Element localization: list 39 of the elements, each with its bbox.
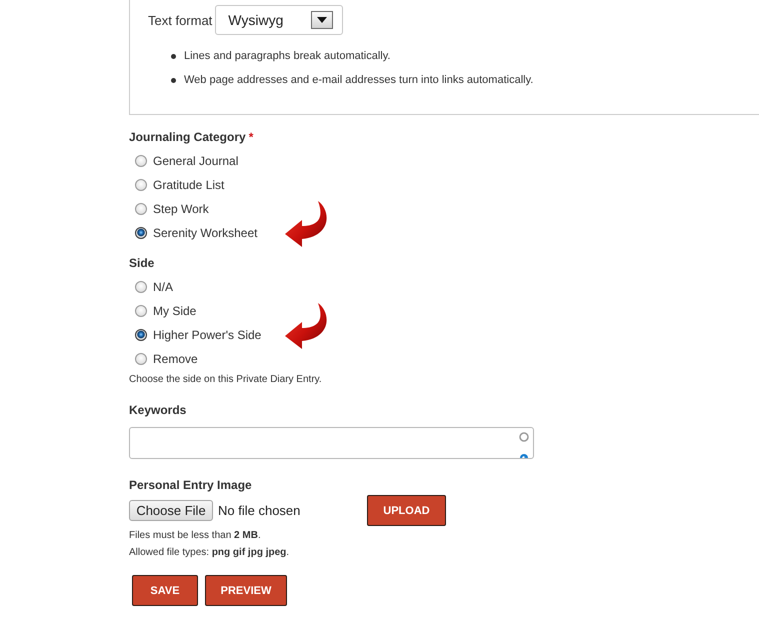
- radio-button[interactable]: [135, 155, 147, 167]
- field-label: Keywords: [129, 402, 186, 418]
- caret-icon: [311, 11, 334, 29]
- dial-icon[interactable]: [519, 452, 529, 458]
- option-label[interactable]: Remove: [153, 352, 198, 366]
- field-label: Text format: [148, 12, 212, 28]
- radio-button[interactable]: [135, 179, 147, 191]
- radio-button[interactable]: [135, 305, 147, 317]
- upload-button[interactable]: UPLOAD: [367, 495, 446, 526]
- tip-text: Lines and paragraphs break automatically.: [184, 50, 390, 62]
- field-label: Journaling Category: [129, 130, 246, 144]
- option-label[interactable]: Step Work: [153, 202, 209, 216]
- option-label[interactable]: Gratitude List: [153, 178, 224, 192]
- radio-button[interactable]: [135, 203, 147, 215]
- keywords-field[interactable]: [129, 427, 534, 459]
- help-text: Allowed file types: png gif jpg jpeg.: [129, 546, 290, 560]
- bullet-icon: [171, 78, 176, 82]
- option-label[interactable]: Higher Power's Side: [153, 328, 262, 342]
- radio-button[interactable]: [135, 281, 147, 293]
- bullet-icon: [171, 54, 176, 58]
- option-label[interactable]: My Side: [153, 304, 196, 318]
- radio-button[interactable]: [135, 329, 147, 341]
- tip-text: Web page addresses and e-mail addresses turn into links automatically.: [184, 74, 534, 86]
- choose-file-button[interactable]: Choose File: [129, 500, 213, 521]
- field-label: Side: [129, 256, 154, 270]
- save-button[interactable]: SAVE: [132, 575, 198, 606]
- option-label[interactable]: General Journal: [153, 154, 238, 168]
- preview-button[interactable]: PREVIEW: [205, 575, 287, 606]
- help-text: Files must be less than 2 MB.: [129, 529, 261, 543]
- field-label: Personal Entry Image: [129, 477, 252, 493]
- radio-button[interactable]: [135, 227, 147, 239]
- radio-button[interactable]: [135, 353, 147, 365]
- required-mark: *: [248, 130, 254, 144]
- option-label[interactable]: Serenity Worksheet: [153, 226, 258, 240]
- help-text: Choose the side on this Private Diary Entry.: [129, 373, 322, 387]
- option-label[interactable]: N/A: [153, 280, 174, 294]
- file-status-text: No file chosen: [218, 503, 300, 518]
- ring-icon[interactable]: [519, 432, 529, 442]
- format-select[interactable]: Wysiwyg: [215, 5, 344, 35]
